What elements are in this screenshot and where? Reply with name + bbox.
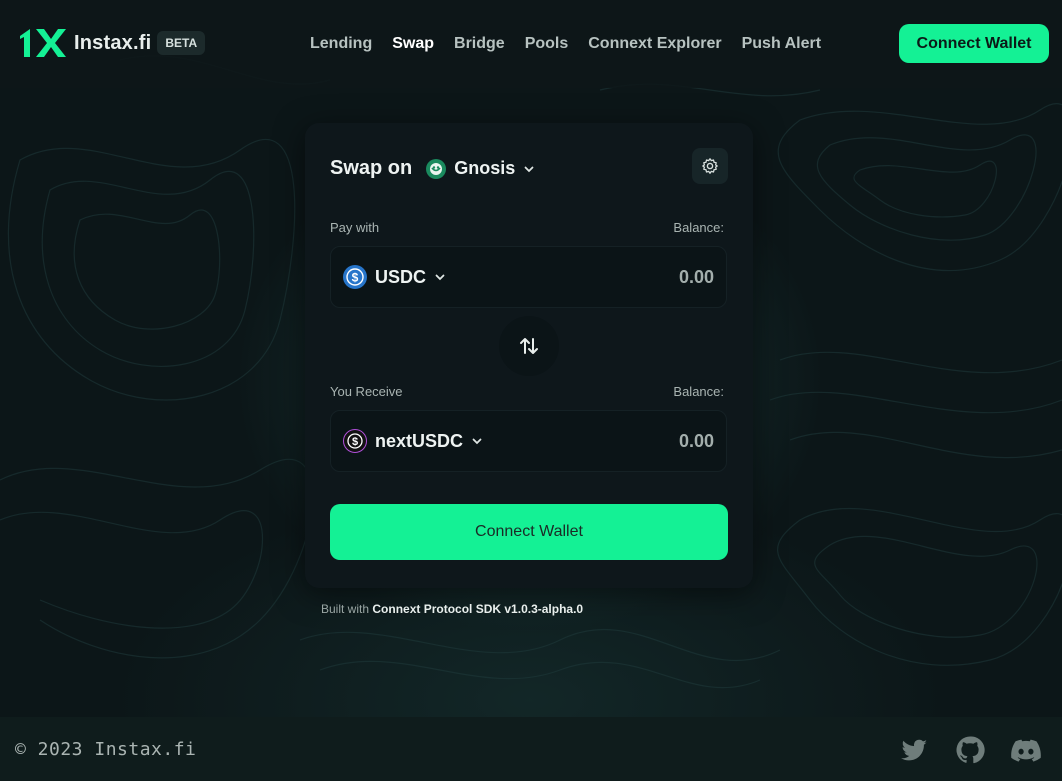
github-icon[interactable] bbox=[954, 734, 986, 766]
sdk-link[interactable]: Connext Protocol SDK v1.0.3-alpha.0 bbox=[372, 602, 583, 616]
nav-swap[interactable]: Swap bbox=[392, 35, 434, 53]
built-with-note: Built with Connext Protocol SDK v1.0.3-a… bbox=[321, 602, 583, 616]
swap-card-header: Swap on Gnosis bbox=[330, 157, 535, 180]
receive-balance-label: Balance: bbox=[673, 384, 724, 399]
swap-card: Swap on Gnosis Pay with Balance: $ USDC … bbox=[305, 123, 753, 588]
chevron-down-icon bbox=[472, 438, 482, 445]
svg-text:$: $ bbox=[352, 436, 358, 448]
nav-connext-explorer[interactable]: Connext Explorer bbox=[588, 35, 721, 53]
chevron-down-icon bbox=[524, 166, 534, 172]
copyright-text: © 2023 Instax.fi bbox=[15, 739, 197, 760]
pay-field: $ USDC 0.00 bbox=[330, 246, 727, 308]
swap-title: Swap on bbox=[330, 157, 413, 179]
nav-lending[interactable]: Lending bbox=[310, 35, 372, 53]
beta-badge: BETA bbox=[157, 31, 206, 55]
pay-balance-label: Balance: bbox=[673, 220, 724, 235]
swap-arrows-icon bbox=[520, 338, 538, 354]
pay-token-name: USDC bbox=[375, 266, 427, 287]
chain-name: Gnosis bbox=[454, 158, 516, 178]
receive-field: $ nextUSDC 0.00 bbox=[330, 410, 727, 472]
nav-bridge[interactable]: Bridge bbox=[454, 35, 505, 53]
pay-amount[interactable]: 0.00 bbox=[679, 267, 714, 288]
switch-tokens-button[interactable] bbox=[499, 316, 559, 376]
chain-selector[interactable]: Gnosis bbox=[412, 158, 535, 179]
brand-name: Instax.fi bbox=[74, 31, 152, 54]
pay-with-label: Pay with bbox=[330, 220, 380, 235]
receive-token-name: nextUSDC bbox=[375, 430, 464, 451]
svg-text:$: $ bbox=[352, 271, 359, 285]
1x-logo-icon bbox=[20, 29, 66, 57]
nav-pools[interactable]: Pools bbox=[525, 35, 569, 53]
brand-logo[interactable]: Instax.fi BETA bbox=[18, 26, 206, 60]
top-header: Instax.fi BETA Lending Swap Bridge Pools… bbox=[0, 0, 1062, 88]
receive-token-selector[interactable]: $ nextUSDC bbox=[343, 429, 483, 453]
nextusdc-icon: $ bbox=[343, 429, 367, 453]
twitter-icon[interactable] bbox=[898, 734, 930, 766]
connect-wallet-button[interactable]: Connect Wallet bbox=[330, 504, 728, 560]
you-receive-label: You Receive bbox=[330, 384, 403, 399]
pay-token-selector[interactable]: $ USDC bbox=[343, 265, 446, 289]
nav-push-alert[interactable]: Push Alert bbox=[742, 35, 821, 53]
main-nav: Lending Swap Bridge Pools Connext Explor… bbox=[310, 35, 821, 53]
built-with-prefix: Built with bbox=[321, 602, 370, 616]
gnosis-chain-icon bbox=[426, 158, 447, 179]
chevron-down-icon bbox=[435, 274, 445, 281]
usdc-icon: $ bbox=[343, 265, 367, 289]
gear-icon bbox=[702, 158, 718, 174]
receive-amount: 0.00 bbox=[678, 431, 714, 451]
settings-button[interactable] bbox=[692, 148, 728, 184]
discord-icon[interactable] bbox=[1010, 734, 1042, 766]
footer: © 2023 Instax.fi bbox=[0, 717, 1062, 781]
header-connect-wallet-button[interactable]: Connect Wallet bbox=[899, 24, 1049, 63]
